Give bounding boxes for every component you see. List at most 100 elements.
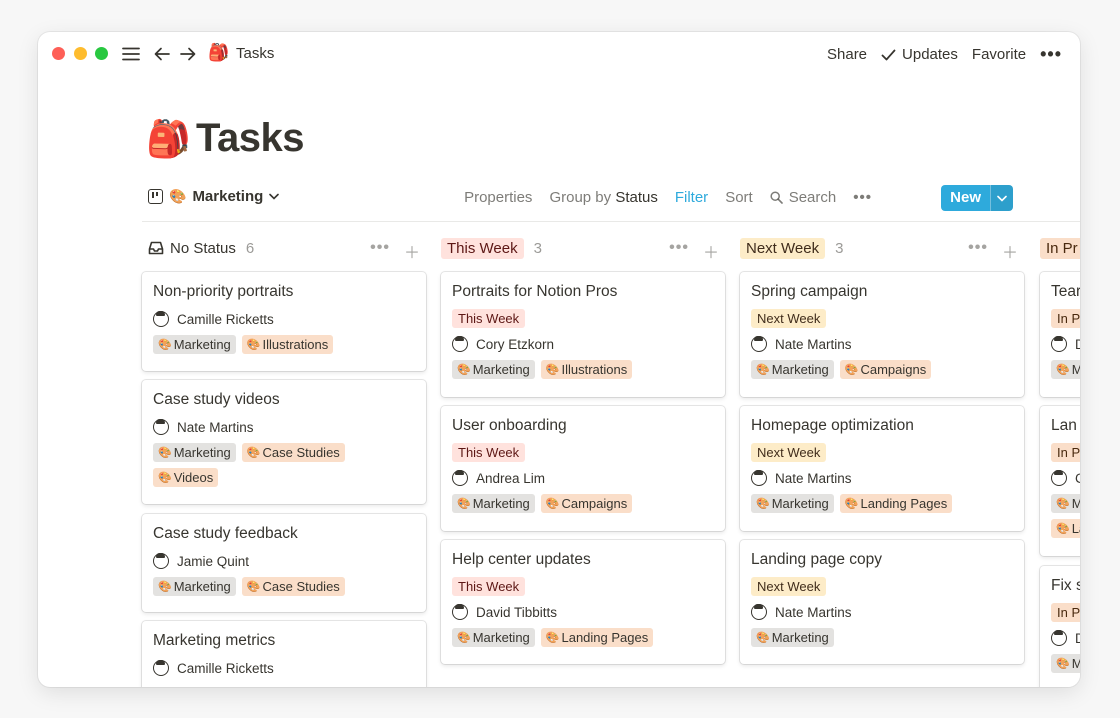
tag-label: Marketing xyxy=(173,337,231,352)
assignee-name: Andrea Lim xyxy=(476,470,546,486)
board-card[interactable]: Homepage optimization Next Week Nate Mar… xyxy=(740,406,1024,531)
back-arrow-icon[interactable] xyxy=(151,43,173,65)
tag: 🎨 Campaigns xyxy=(540,494,633,513)
tag-label: Illustrations xyxy=(561,362,628,377)
board: No Status 6 ••• ＋ Non-priority portraits … xyxy=(142,228,1080,687)
group-by-button[interactable]: Group by Status xyxy=(549,189,657,206)
card-assignee: Andrea Lim xyxy=(452,468,714,488)
page-title[interactable]: Tasks xyxy=(196,116,304,161)
page-backpack-icon[interactable]: 🎒 xyxy=(146,118,191,160)
board-card[interactable]: User onboarding This Week Andrea Lim 🎨 Ma… xyxy=(441,406,725,531)
board-card[interactable]: Spring campaign Next Week Nate Martins 🎨… xyxy=(740,272,1024,397)
add-card-icon[interactable]: ＋ xyxy=(404,239,420,263)
tag-label: La xyxy=(1071,521,1080,536)
tag-label: Campaigns xyxy=(561,496,628,511)
updates-label: Updates xyxy=(902,46,958,63)
card-tags: 🎨 M xyxy=(1051,654,1080,673)
tag: 🎨 M xyxy=(1051,360,1080,379)
card-title: Spring campaign xyxy=(751,283,868,300)
group-by-value: Status xyxy=(615,189,658,206)
board-card[interactable]: Landing page copy Next Week Nate Martins… xyxy=(740,540,1024,664)
card-assignee: Nate Martins xyxy=(751,468,1013,488)
palette-icon: 🎨 xyxy=(246,339,261,351)
tag: 🎨 Illustrations xyxy=(540,360,633,379)
board-card[interactable]: Case study feedback Jamie Quint 🎨 Marketi… xyxy=(142,514,426,612)
avatar-icon xyxy=(153,419,169,435)
zoom-window-button[interactable] xyxy=(95,47,108,60)
board-card[interactable]: Non-priority portraits Camille Ricketts … xyxy=(142,272,426,371)
column-more-icon[interactable]: ••• xyxy=(370,239,390,263)
card-title: Case study videos xyxy=(153,391,280,408)
add-card-icon[interactable]: ＋ xyxy=(1002,239,1018,263)
board-card[interactable]: Help center updates This Week David Tibb… xyxy=(441,540,725,664)
updates-button[interactable]: Updates xyxy=(881,46,958,63)
properties-button[interactable]: Properties xyxy=(464,189,532,206)
palette-icon: 🎨 xyxy=(158,581,172,593)
view-toolbar: 🎨 Marketing Properties Group by Status F… xyxy=(146,184,1080,218)
avatar-icon xyxy=(1051,336,1067,352)
share-button[interactable]: Share xyxy=(827,46,867,63)
card-tags: 🎨 Marketing 🎨 Case Studies 🎨 Videos xyxy=(153,443,415,487)
add-card-icon[interactable]: ＋ xyxy=(703,239,719,263)
card-title: User onboarding xyxy=(452,417,567,434)
assignee-name: Camille Ricketts xyxy=(177,311,274,327)
tag: 🎨 Landing Pages xyxy=(839,494,953,513)
filter-button[interactable]: Filter xyxy=(675,189,708,206)
avatar-icon xyxy=(153,660,169,676)
close-window-button[interactable] xyxy=(52,47,65,60)
avatar-icon xyxy=(452,470,468,486)
column-label[interactable]: No Status xyxy=(170,240,236,257)
tag-label: Landing Pages xyxy=(561,630,649,645)
breadcrumb-page-title[interactable]: Tasks xyxy=(236,45,274,62)
board-card[interactable]: Fix s In P D 🎨 M xyxy=(1040,566,1080,687)
board-card[interactable]: Case study videos Nate Martins 🎨 Marketin… xyxy=(142,380,426,504)
card-assignee: Nate Martins xyxy=(751,334,1013,354)
palette-icon: 🎨 xyxy=(844,498,859,510)
hamburger-menu-icon[interactable] xyxy=(120,43,142,65)
card-title: Tear xyxy=(1051,283,1080,300)
avatar-icon xyxy=(452,604,468,620)
status-badge: This Week xyxy=(452,309,526,328)
more-options-icon[interactable]: ••• xyxy=(1040,44,1062,65)
column-label[interactable]: Next Week xyxy=(740,237,826,259)
forward-arrow-icon[interactable] xyxy=(177,43,199,65)
app-window: 🎒 Tasks Share Updates Favorite ••• 🎒 Tas… xyxy=(38,32,1080,687)
board-card[interactable]: Marketing metrics Camille Ricketts xyxy=(142,621,426,687)
palette-icon: 🎨 xyxy=(1056,523,1070,535)
board-card[interactable]: Portraits for Notion Pros This Week Cory… xyxy=(441,272,725,397)
tag: 🎨 Marketing xyxy=(751,494,834,513)
search-button[interactable]: Search xyxy=(770,189,837,206)
new-dropdown-chevron-icon[interactable] xyxy=(990,185,1013,211)
board-card[interactable]: Tear In P D 🎨 M xyxy=(1040,272,1080,397)
checkmark-icon xyxy=(881,49,896,60)
board-card[interactable]: Lan In P C 🎨M 🎨La xyxy=(1040,406,1080,556)
backpack-icon: 🎒 xyxy=(208,43,230,62)
new-button[interactable]: New xyxy=(941,185,990,211)
tag: 🎨 Landing Pages xyxy=(540,628,654,647)
tag: 🎨 M xyxy=(1051,494,1080,513)
search-label: Search xyxy=(788,189,837,206)
view-more-icon[interactable]: ••• xyxy=(853,189,872,206)
palette-icon: 🎨 xyxy=(756,632,770,644)
column-no-status: No Status 6 ••• ＋ Non-priority portraits … xyxy=(142,228,426,687)
chevron-down-icon xyxy=(269,193,280,200)
titlebar-actions: Share Updates Favorite ••• xyxy=(827,44,1062,65)
column-label[interactable]: In Pr xyxy=(1040,237,1080,259)
minimize-window-button[interactable] xyxy=(74,47,87,60)
tag: 🎨 Marketing xyxy=(452,628,535,647)
palette-icon: 🎨 xyxy=(457,632,471,644)
view-selector[interactable]: 🎨 Marketing xyxy=(148,188,280,205)
tag-label: M xyxy=(1071,656,1080,671)
column-label[interactable]: This Week xyxy=(441,237,524,259)
card-assignee: Nate Martins xyxy=(153,417,415,437)
view-name: Marketing xyxy=(192,188,264,205)
card-assignee: David Tibbitts xyxy=(452,602,714,622)
favorite-button[interactable]: Favorite xyxy=(972,46,1026,63)
tag: 🎨 M xyxy=(1051,654,1080,673)
column-more-icon[interactable]: ••• xyxy=(669,239,689,263)
tag: 🎨 Marketing xyxy=(751,360,834,379)
tag-label: Marketing xyxy=(472,496,530,511)
column-more-icon[interactable]: ••• xyxy=(968,239,988,263)
assignee-name: Camille Ricketts xyxy=(177,660,274,676)
sort-button[interactable]: Sort xyxy=(725,189,753,206)
